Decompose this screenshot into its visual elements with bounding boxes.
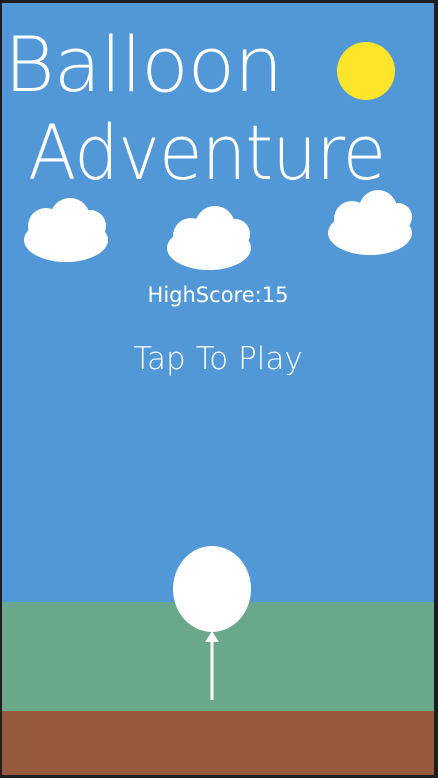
cloud-icon [167,206,251,270]
game-title-line-1: Balloon [4,20,283,109]
high-score-label: HighScore:15 [147,283,289,307]
game-screen[interactable]: Balloon Adventure HighScore:15 Tap To Pl… [2,3,434,775]
sun-icon [337,42,395,100]
cloud-icon [328,190,412,255]
game-title-line-2: Adventure [28,108,386,197]
balloon-icon [173,546,251,700]
dirt-ground [2,711,434,775]
tap-to-play-prompt[interactable]: Tap To Play [2,344,434,375]
cloud-icon [24,198,108,262]
